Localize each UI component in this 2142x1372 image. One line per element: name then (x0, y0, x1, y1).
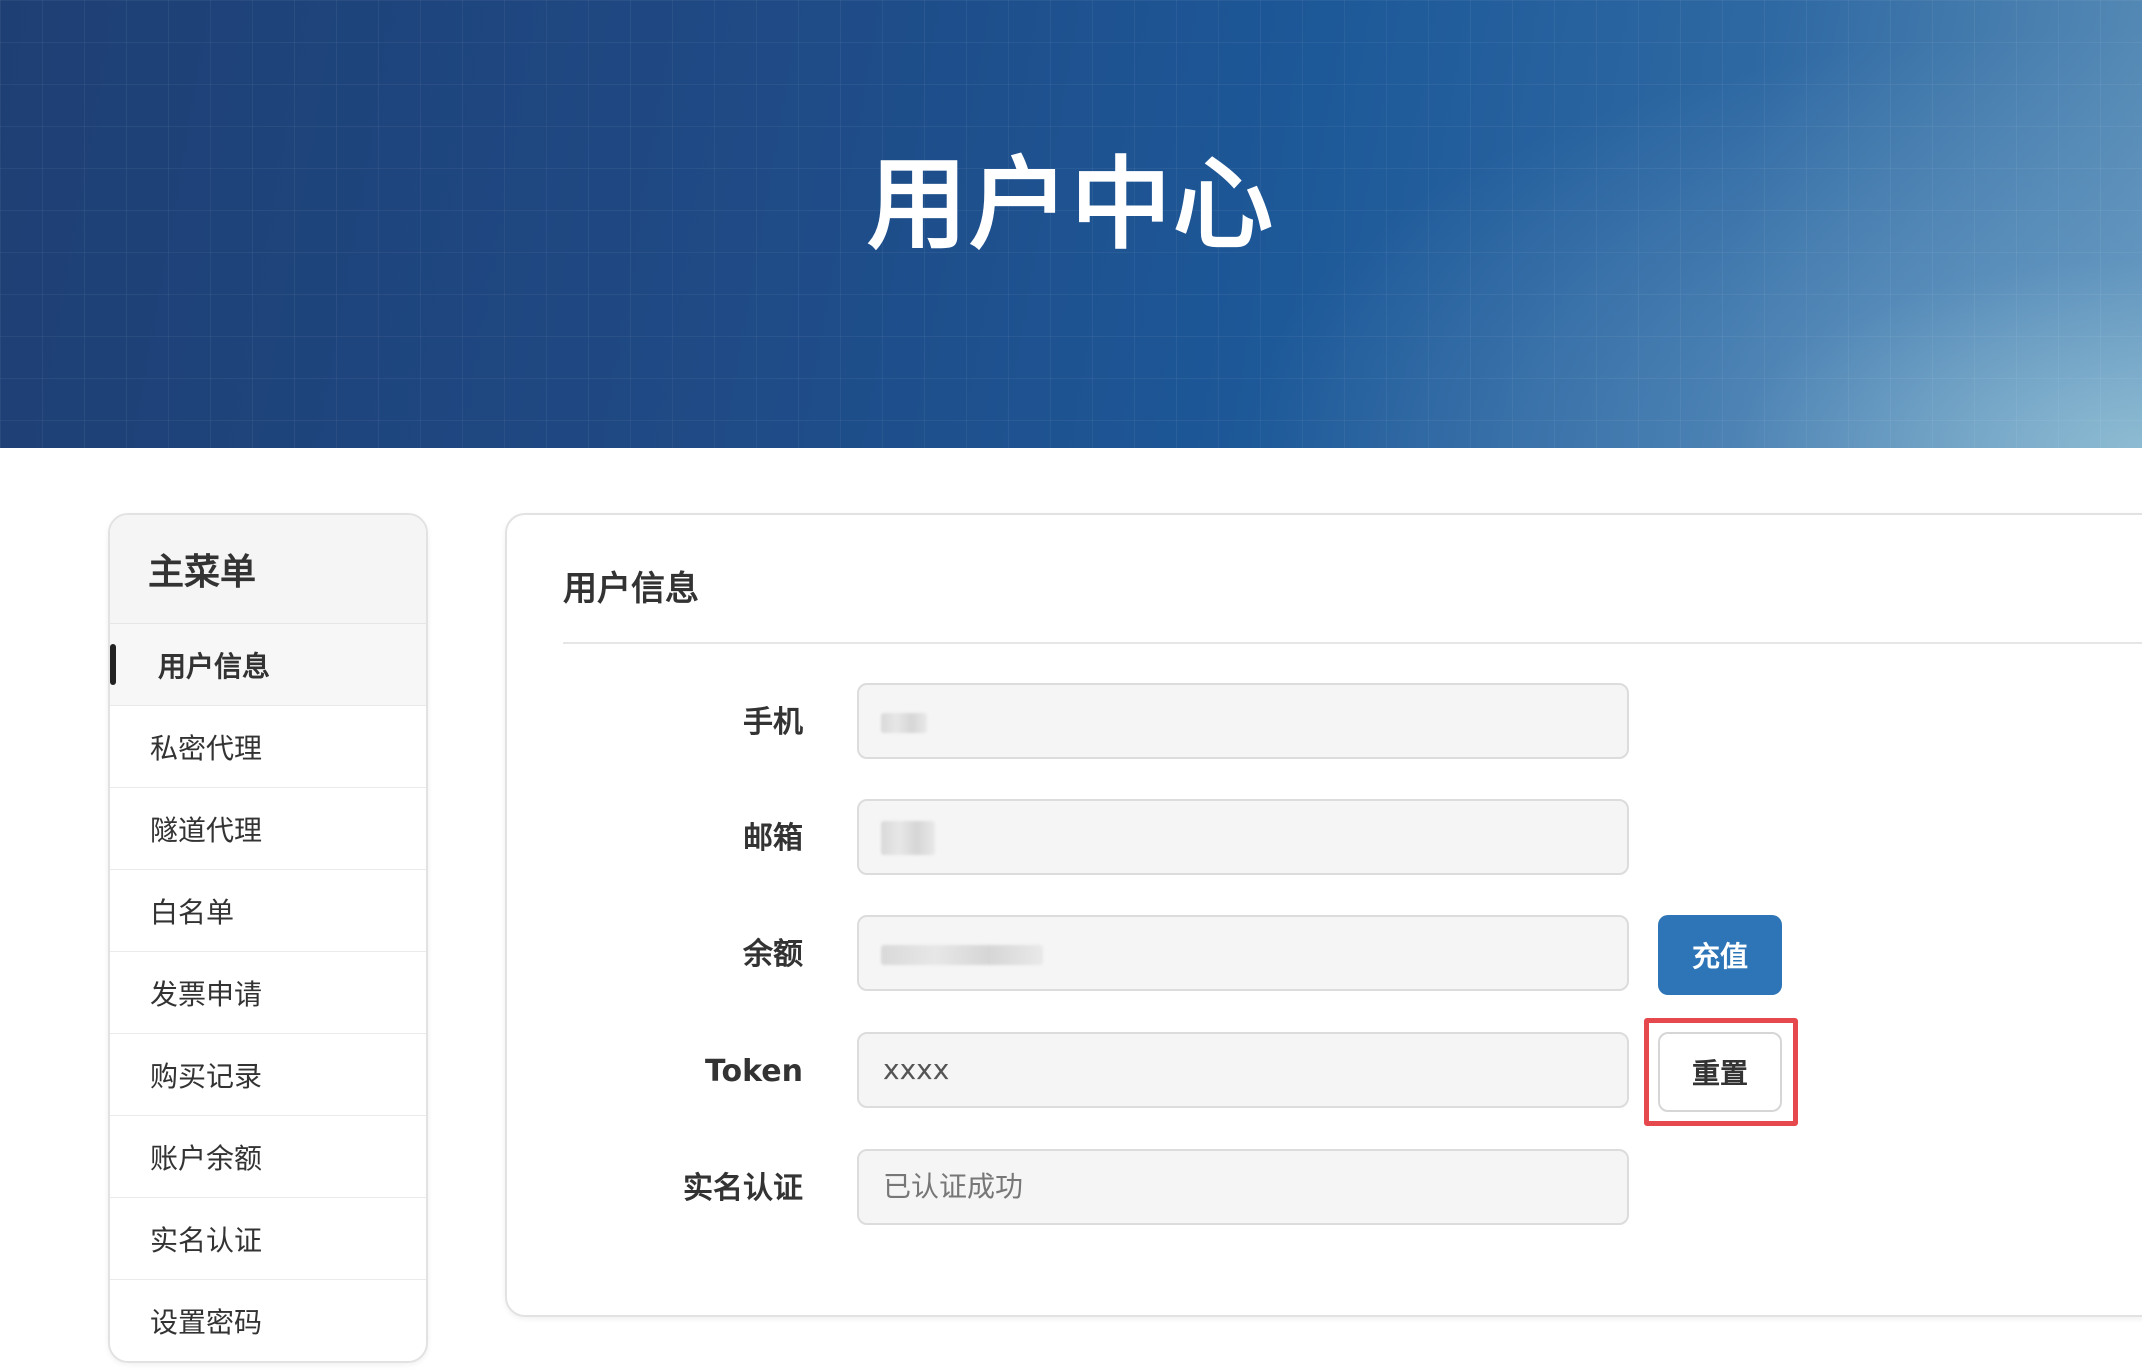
verification-row: 实名认证 (507, 1149, 2142, 1229)
balance-label: 余额 (743, 937, 803, 972)
sidebar-item-purchase-history[interactable]: 购买记录 (110, 1034, 426, 1116)
token-label: Token (705, 1054, 803, 1089)
balance-field[interactable] (857, 915, 1629, 991)
balance-redaction (881, 945, 1043, 965)
sidebar-item-set-password[interactable]: 设置密码 (110, 1280, 426, 1361)
reset-token-button[interactable]: 重置 (1658, 1032, 1782, 1112)
sidebar-item-private-proxy[interactable]: 私密代理 (110, 706, 426, 788)
email-row: 邮箱 (507, 799, 2142, 879)
panel-divider (563, 642, 2142, 644)
sidebar-title: 主菜单 (110, 515, 426, 624)
phone-label: 手机 (743, 705, 803, 740)
sidebar-item-verification[interactable]: 实名认证 (110, 1198, 426, 1280)
email-redaction (881, 821, 935, 855)
email-field[interactable] (857, 799, 1629, 875)
verification-input[interactable] (857, 1149, 1629, 1225)
header-banner: 用户中心 (0, 0, 2142, 448)
user-info-panel: 用户信息 手机 邮箱 余额 充值 Token 重置 实名认证 (505, 513, 2142, 1317)
verification-label: 实名认证 (683, 1171, 803, 1206)
sidebar-item-account-balance[interactable]: 账户余额 (110, 1116, 426, 1198)
token-input[interactable] (857, 1032, 1629, 1108)
sidebar-item-invoice-request[interactable]: 发票申请 (110, 952, 426, 1034)
sidebar-item-tunnel-proxy[interactable]: 隧道代理 (110, 788, 426, 870)
phone-redaction (881, 713, 927, 733)
sidebar-item-user-info[interactable]: 用户信息 (110, 624, 426, 706)
recharge-button[interactable]: 充值 (1658, 915, 1782, 995)
panel-title: 用户信息 (563, 569, 699, 609)
token-row: Token 重置 (507, 1018, 2142, 1126)
phone-row: 手机 (507, 683, 2142, 763)
phone-field[interactable] (857, 683, 1629, 759)
page-title: 用户中心 (867, 146, 1275, 263)
sidebar-menu: 主菜单 用户信息 私密代理 隧道代理 白名单 发票申请 购买记录 账户余额 实名… (108, 513, 428, 1363)
balance-row: 余额 充值 (507, 915, 2142, 995)
email-label: 邮箱 (743, 821, 803, 856)
sidebar-item-whitelist[interactable]: 白名单 (110, 870, 426, 952)
